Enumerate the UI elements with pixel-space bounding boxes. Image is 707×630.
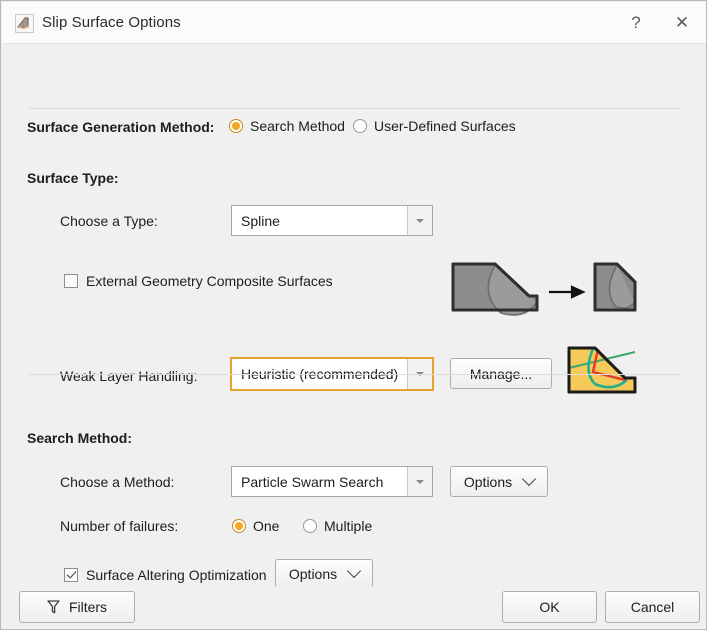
radio-failures-multiple-indicator[interactable] xyxy=(303,519,317,533)
window-title: Slip Surface Options xyxy=(42,14,181,31)
surface-altering-optimization-checkbox-box[interactable] xyxy=(64,568,78,582)
choose-a-method-label: Choose a Method: xyxy=(60,474,175,490)
surface-altering-optimization-checkbox[interactable]: Surface Altering Optimization xyxy=(64,567,267,583)
surface-type-combo-value: Spline xyxy=(241,212,280,229)
slip-surface-options-dialog: Slip Surface Options ? ✕ Surface Generat… xyxy=(0,0,707,630)
search-method-group-label: Search Method: xyxy=(27,430,133,446)
slip-surface-icon xyxy=(15,14,34,33)
surface-altering-optimization-label: Surface Altering Optimization xyxy=(86,567,267,583)
cancel-button[interactable]: Cancel xyxy=(605,591,700,623)
choose-a-type-label: Choose a Type: xyxy=(60,213,158,229)
surface-altering-options-button[interactable]: Options xyxy=(275,559,373,588)
search-method-options-label: Options xyxy=(463,473,513,490)
chevron-down-icon[interactable] xyxy=(407,467,432,496)
separator-top xyxy=(28,108,681,109)
search-method-combo-value: Particle Swarm Search xyxy=(241,473,384,490)
radio-failures-multiple[interactable]: Multiple xyxy=(303,518,372,534)
separator-middle xyxy=(28,374,681,375)
title-bar: Slip Surface Options ? ✕ xyxy=(2,2,706,44)
surface-type-combo[interactable]: Spline xyxy=(231,205,433,236)
radio-user-defined-surfaces-label: User-Defined Surfaces xyxy=(374,118,516,134)
chevron-down-icon xyxy=(522,471,537,486)
slope-weak-layer-icon xyxy=(565,342,639,401)
chevron-down-icon[interactable] xyxy=(407,206,432,235)
chevron-down-icon xyxy=(347,563,362,578)
radio-failures-one-indicator[interactable] xyxy=(232,519,246,533)
external-geometry-checkbox-box[interactable] xyxy=(64,274,78,288)
radio-user-defined-surfaces-indicator[interactable] xyxy=(353,119,367,133)
radio-failures-multiple-label: Multiple xyxy=(324,518,373,534)
surface-generation-method-label: Surface Generation Method: xyxy=(27,119,215,135)
external-geometry-checkbox-label: External Geometry Composite Surfaces xyxy=(86,273,333,289)
filters-button[interactable]: Filters xyxy=(19,591,135,623)
help-button[interactable]: ? xyxy=(613,3,659,43)
radio-search-method-label: Search Method xyxy=(250,118,345,134)
weak-layer-handling-label: Weak Layer Handling: xyxy=(60,368,198,384)
search-method-combo[interactable]: Particle Swarm Search xyxy=(231,466,433,497)
slope-composite-before-after-icon xyxy=(449,258,639,325)
number-of-failures-label: Number of failures: xyxy=(60,518,179,534)
surface-altering-options-label: Options xyxy=(288,565,338,582)
radio-failures-one-label: One xyxy=(253,518,280,534)
dialog-content: Surface Generation Method: Search Method… xyxy=(2,44,706,588)
radio-user-defined-surfaces[interactable]: User-Defined Surfaces xyxy=(353,118,516,134)
funnel-icon xyxy=(47,600,60,614)
close-button[interactable]: ✕ xyxy=(659,3,705,43)
surface-type-group-label: Surface Type: xyxy=(27,170,119,186)
dialog-footer: Filters OK Cancel xyxy=(2,586,706,629)
radio-search-method[interactable]: Search Method xyxy=(229,118,345,134)
radio-search-method-indicator[interactable] xyxy=(229,119,243,133)
filters-button-label: Filters xyxy=(68,599,108,615)
search-method-options-button[interactable]: Options xyxy=(450,466,548,497)
ok-button[interactable]: OK xyxy=(502,591,597,623)
external-geometry-checkbox[interactable]: External Geometry Composite Surfaces xyxy=(64,273,333,289)
radio-failures-one[interactable]: One xyxy=(232,518,279,534)
